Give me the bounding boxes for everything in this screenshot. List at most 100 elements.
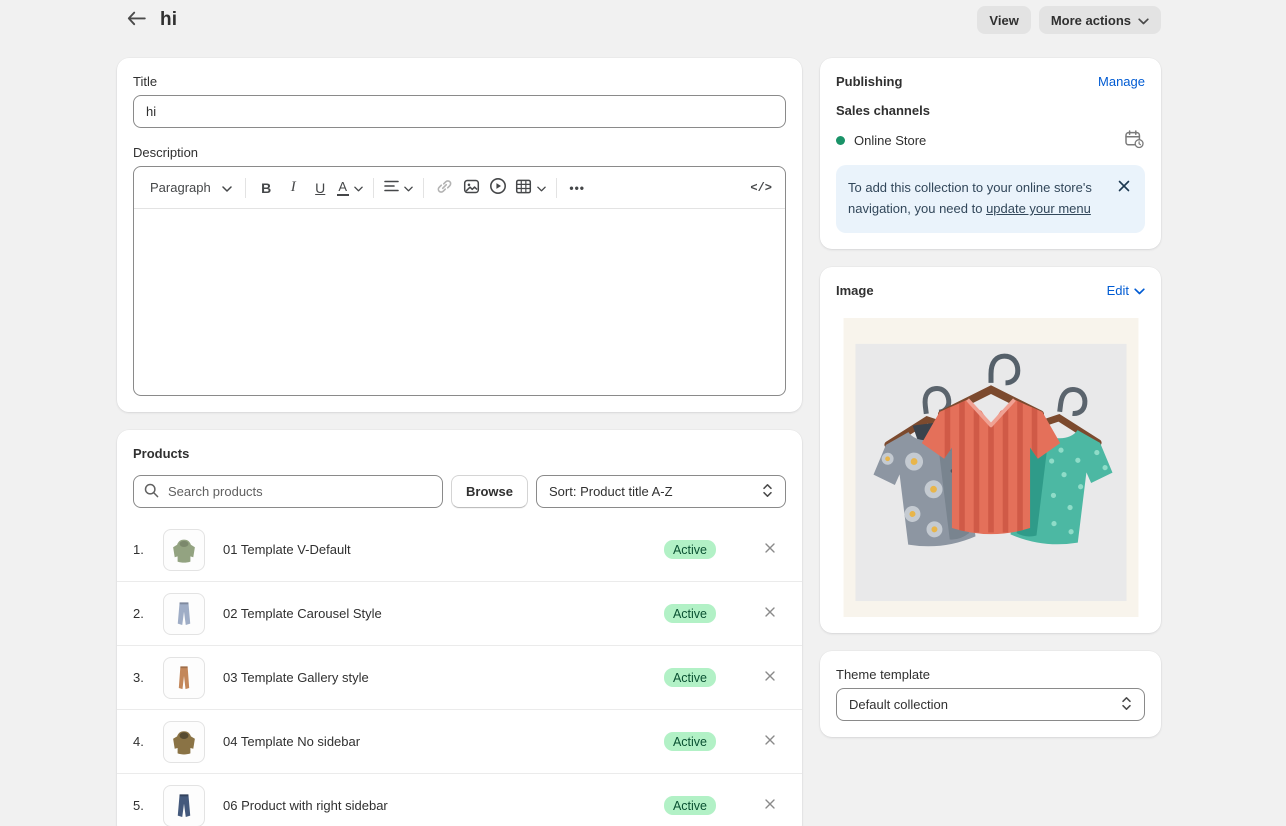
theme-template-label: Theme template [836,667,1145,682]
remove-product-button[interactable] [760,794,780,817]
updown-chevrons-icon [762,483,773,501]
row-number: 5. [133,798,151,813]
insert-video-button[interactable] [485,174,512,202]
editor-toolbar: Paragraph B I U A [134,167,785,209]
insert-table-button[interactable] [512,174,549,202]
paragraph-style-dropdown[interactable]: Paragraph [144,174,238,202]
hoodie-icon [168,534,200,566]
sort-select[interactable]: Sort: Product title A-Z [536,475,786,508]
toolbar-divider [245,178,246,198]
product-name: 03 Template Gallery style [223,670,664,685]
product-thumbnail [163,529,205,571]
product-name: 06 Product with right sidebar [223,798,664,813]
view-button[interactable]: View [977,6,1030,34]
product-thumbnail [163,785,205,826]
title-input[interactable] [133,95,786,128]
theme-template-card: Theme template Default collection [820,651,1161,737]
toolbar-divider [556,178,557,198]
status-badge: Active [664,604,716,623]
remove-product-button[interactable] [760,730,780,753]
insert-image-button[interactable] [458,174,485,202]
chevron-down-icon [1134,283,1145,298]
description-textarea[interactable] [134,209,785,395]
collection-image[interactable] [836,318,1145,617]
updown-chevrons-icon [1121,696,1132,714]
close-icon [764,670,776,685]
publishing-card: Publishing Manage Sales channels Online … [820,58,1161,249]
publishing-heading: Publishing [836,74,902,89]
remove-product-button[interactable] [760,666,780,689]
bold-button[interactable]: B [253,174,280,202]
chevron-down-icon [1138,13,1149,28]
title-label: Title [133,74,786,89]
remove-product-button[interactable] [760,602,780,625]
underline-button[interactable]: U [307,174,334,202]
image-card: Image Edit [820,267,1161,633]
close-icon [764,606,776,621]
status-badge: Active [664,796,716,815]
shirts-illustration [843,318,1139,617]
products-heading: Products [133,446,786,461]
more-actions-button[interactable]: More actions [1039,6,1161,34]
row-number: 2. [133,606,151,621]
align-left-icon [384,180,399,195]
product-thumbnail [163,593,205,635]
product-name: 04 Template No sidebar [223,734,664,749]
pants-icon [168,790,200,822]
close-icon [1117,179,1131,196]
product-row: 2. 02 Template Carousel Style Active [117,581,802,645]
table-icon [515,178,532,198]
info-banner: To add this collection to your online st… [836,165,1145,233]
chevron-down-icon [354,180,363,195]
product-thumbnail [163,721,205,763]
row-number: 1. [133,542,151,557]
text-color-button[interactable]: A [334,174,366,202]
update-your-menu-link[interactable]: update your menu [986,201,1091,216]
dismiss-banner-button[interactable] [1115,177,1133,197]
show-html-button[interactable]: </> [747,174,775,202]
image-heading: Image [836,283,874,298]
insert-link-button[interactable] [431,174,458,202]
manage-link[interactable]: Manage [1098,74,1145,89]
status-badge: Active [664,668,716,687]
remove-product-button[interactable] [760,538,780,561]
chevron-down-icon [404,180,413,195]
toolbar-divider [423,178,424,198]
product-row: 1. 01 Template V-Default Active [117,518,802,581]
schedule-availability-button[interactable] [1124,129,1145,152]
arrow-left-icon [127,11,146,29]
page-header: hi View More actions [117,0,1161,38]
product-row: 4. 04 Template No sidebar Active [117,709,802,773]
browse-button[interactable]: Browse [451,475,528,508]
chevron-down-icon [222,180,232,195]
chevron-down-icon [537,180,546,195]
status-badge: Active [664,732,716,751]
more-formatting-button[interactable]: ••• [564,174,591,202]
close-icon [764,734,776,749]
pants-icon [168,598,200,630]
row-number: 4. [133,734,151,749]
product-name: 02 Template Carousel Style [223,606,664,621]
channel-name: Online Store [854,133,926,148]
back-button[interactable] [123,9,150,31]
status-badge: Active [664,540,716,559]
theme-template-select[interactable]: Default collection [836,688,1145,721]
channel-row: Online Store [836,129,1145,152]
pants-icon [168,662,200,694]
description-editor: Paragraph B I U A [133,166,786,396]
online-store-status-dot [836,136,845,145]
toolbar-divider [373,178,374,198]
search-products-input[interactable] [166,483,432,500]
alignment-button[interactable] [381,174,416,202]
italic-button[interactable]: I [280,174,307,202]
products-card: Products Browse Sort: Product title A-Z [117,430,802,826]
product-thumbnail [163,657,205,699]
title-description-card: Title Description Paragraph B I [117,58,802,412]
product-list: 1. 01 Template V-Default Active 2. [117,518,802,826]
edit-image-dropdown[interactable]: Edit [1107,283,1145,298]
product-row: 5. 06 Product with right sidebar Active [117,773,802,826]
link-icon [436,178,453,198]
page-title: hi [160,9,177,31]
play-circle-icon [489,177,507,198]
close-icon [764,542,776,557]
